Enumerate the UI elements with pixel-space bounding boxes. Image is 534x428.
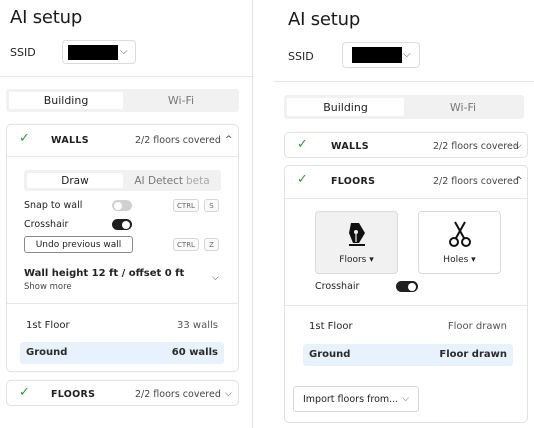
- chevron-up-icon: ^: [515, 176, 523, 186]
- ssid-select[interactable]: ⌵: [62, 40, 136, 64]
- walls-section[interactable]: ✓ WALLS 2/2 floors covered ⌵: [284, 132, 528, 158]
- toggle-knob: [114, 201, 122, 210]
- show-more-link[interactable]: Show more: [24, 282, 72, 292]
- walls-section-header[interactable]: ✓ WALLS 2/2 floors covered ⌵: [285, 133, 527, 159]
- ai-setup-panel-right: AI setup SSID ⌵ Building Wi-Fi ✓ WALLS 2…: [254, 0, 534, 428]
- import-floors-label: Import floors from...: [303, 393, 399, 405]
- list-item-selected[interactable]: Ground 60 walls: [20, 342, 224, 364]
- wall-height-setting: Wall height 12 ft / offset 0 ft: [24, 268, 185, 279]
- section-title: WALLS: [51, 135, 89, 146]
- panel-divider: [252, 0, 253, 428]
- tab-building[interactable]: Building: [287, 98, 404, 116]
- walls-section: ✓ WALLS 2/2 floors covered ^ Draw AI Det…: [6, 124, 239, 372]
- toggle-knob: [408, 282, 416, 291]
- chevron-down-icon: ⌵: [225, 389, 232, 399]
- list-item[interactable]: 1st Floor 33 walls: [20, 315, 224, 337]
- section-status: 2/2 floors covered: [433, 176, 519, 187]
- tab-wifi[interactable]: Wi-Fi: [126, 92, 236, 109]
- list-item[interactable]: 1st Floor Floor drawn: [303, 316, 513, 338]
- check-icon: ✓: [297, 172, 308, 187]
- snap-to-wall-label: Snap to wall: [24, 200, 83, 211]
- ssid-redacted-value: [68, 45, 118, 60]
- ai-setup-panel-left: AI setup SSID ⌵ Building Wi-Fi ✓ WALLS 2…: [0, 0, 252, 428]
- scissors-icon: [419, 220, 500, 252]
- main-tabs: Building Wi-Fi: [6, 89, 239, 112]
- ssid-select[interactable]: ⌵: [342, 42, 420, 68]
- floor-name: Ground: [26, 347, 68, 358]
- section-title: FLOORS: [51, 389, 96, 400]
- floors-section-header[interactable]: ✓ FLOORS 2/2 floors covered ^: [285, 168, 527, 194]
- floor-wall-count: 33 walls: [177, 320, 218, 331]
- chevron-down-icon: ⌵: [515, 141, 522, 151]
- ssid-label: SSID: [10, 46, 36, 59]
- tab-building[interactable]: Building: [9, 92, 123, 109]
- tab-draw[interactable]: Draw: [27, 173, 123, 188]
- floors-section-header[interactable]: ✓ FLOORS 2/2 floors covered ⌵: [7, 381, 238, 407]
- tool-label: Floors ▾: [339, 255, 374, 265]
- floor-status: Floor drawn: [447, 321, 507, 332]
- holes-tool-button[interactable]: Holes ▾: [418, 211, 501, 274]
- divider: [7, 303, 238, 304]
- divider: [7, 156, 238, 157]
- crosshair-label: Crosshair: [315, 281, 360, 292]
- main-tabs: Building Wi-Fi: [284, 95, 524, 119]
- shortcut-key: CTRL: [173, 199, 199, 212]
- tab-wifi[interactable]: Wi-Fi: [406, 98, 520, 116]
- import-floors-dropdown[interactable]: Import floors from... ⌵: [293, 386, 419, 412]
- walls-mode-tabs: Draw AI Detect beta: [24, 170, 221, 191]
- list-item-selected[interactable]: Ground Floor drawn: [303, 344, 513, 366]
- chevron-down-icon[interactable]: ⌵: [212, 273, 219, 283]
- tool-label: Holes ▾: [443, 255, 476, 265]
- shortcut-key: Z: [204, 238, 219, 251]
- section-title: FLOORS: [331, 176, 376, 187]
- page-title: AI setup: [288, 9, 361, 30]
- crosshair-toggle[interactable]: [112, 219, 132, 230]
- shortcut-key: CTRL: [173, 238, 199, 251]
- crosshair-toggle[interactable]: [396, 281, 418, 292]
- floor-status: Floor drawn: [439, 349, 507, 360]
- floors-section: ✓ FLOORS 2/2 floors covered ^ Floors ▾ H…: [284, 165, 528, 423]
- floors-section[interactable]: ✓ FLOORS 2/2 floors covered ⌵: [6, 380, 239, 406]
- undo-previous-wall-button[interactable]: Undo previous wall: [24, 236, 133, 253]
- divider: [285, 305, 527, 306]
- check-icon: ✓: [19, 385, 30, 400]
- floor-name: Ground: [309, 349, 351, 360]
- ssid-label: SSID: [288, 50, 314, 63]
- check-icon: ✓: [19, 131, 30, 146]
- chevron-down-icon: ⌵: [402, 394, 410, 404]
- shortcut-key: S: [204, 199, 219, 212]
- section-status: 2/2 floors covered: [135, 389, 221, 400]
- chevron-down-icon: ⌵: [120, 46, 128, 57]
- floors-tool-button[interactable]: Floors ▾: [315, 211, 398, 274]
- pen-nib-icon: [316, 220, 397, 252]
- beta-badge: beta: [185, 174, 210, 187]
- chevron-up-icon: ^: [225, 135, 233, 145]
- divider: [274, 81, 534, 82]
- page-title: AI setup: [10, 7, 83, 28]
- divider: [285, 198, 527, 199]
- floor-name: 1st Floor: [309, 321, 353, 332]
- section-status: 2/2 floors covered: [433, 141, 519, 152]
- tab-ai-detect[interactable]: AI Detect beta: [125, 173, 219, 188]
- check-icon: ✓: [297, 137, 308, 152]
- toggle-knob: [122, 220, 130, 229]
- walls-section-header[interactable]: ✓ WALLS 2/2 floors covered ^: [7, 127, 238, 153]
- floor-name: 1st Floor: [26, 320, 70, 331]
- ssid-redacted-value: [352, 47, 402, 63]
- floor-wall-count: 60 walls: [171, 347, 218, 358]
- section-title: WALLS: [331, 141, 369, 152]
- tab-ai-detect-label: AI Detect: [134, 174, 183, 187]
- divider: [0, 76, 252, 77]
- chevron-down-icon: ⌵: [403, 49, 411, 60]
- crosshair-label: Crosshair: [24, 219, 69, 230]
- section-status: 2/2 floors covered: [135, 135, 221, 146]
- snap-to-wall-toggle[interactable]: [112, 200, 132, 211]
